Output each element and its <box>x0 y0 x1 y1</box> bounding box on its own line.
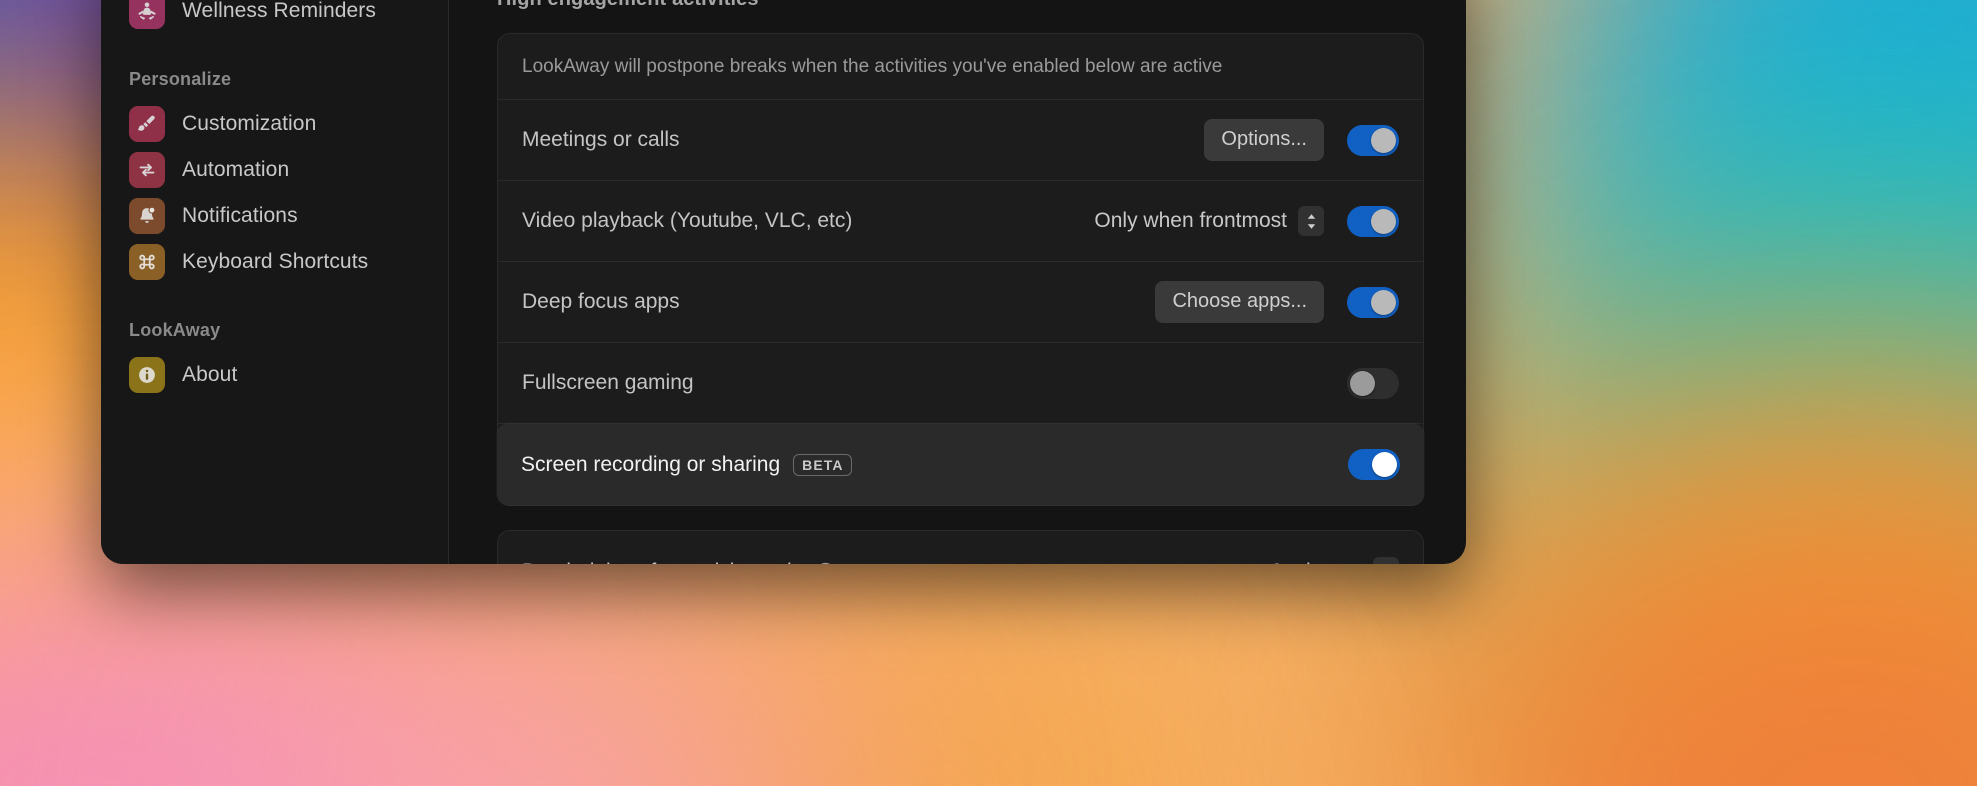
table-row: Video playback (Youtube, VLC, etc) Only … <box>498 181 1423 262</box>
row-label: Screen recording or sharing BETA <box>521 453 852 477</box>
command-icon <box>129 244 165 280</box>
screen-recording-toggle[interactable] <box>1348 449 1400 480</box>
sidebar-item-label: Automation <box>182 158 290 181</box>
info-icon <box>129 357 165 393</box>
meetings-toggle[interactable] <box>1347 124 1399 156</box>
repeat-icon <box>129 152 165 188</box>
select-value: 2 minutes <box>1271 560 1362 565</box>
sidebar: Wellness Reminders Personalize Customiza… <box>101 0 449 564</box>
sidebar-item-label: Wellness Reminders <box>182 0 376 22</box>
sidebar-item-wellness-reminders[interactable]: Wellness Reminders <box>119 0 430 34</box>
help-icon[interactable] <box>815 561 836 564</box>
choose-apps-button[interactable]: Choose apps... <box>1155 281 1324 323</box>
toggle-knob <box>1371 127 1396 153</box>
sidebar-item-label: Notifications <box>182 204 298 227</box>
table-row: Meetings or calls Options... <box>498 100 1423 181</box>
row-controls: Only when frontmost <box>1094 205 1399 237</box>
deep-focus-apps-toggle[interactable] <box>1347 286 1399 318</box>
row-label: Fullscreen gaming <box>522 371 694 394</box>
settings-content: High engagement activities LookAway will… <box>449 0 1466 564</box>
row-label-text: Break delay after activity ends <box>522 560 802 565</box>
break-delay-row: Break delay after activity ends 2 minute… <box>498 531 1423 564</box>
sidebar-item-label: About <box>182 363 238 386</box>
table-row-highlighted: Screen recording or sharing BETA <box>497 424 1424 505</box>
break-delay-select[interactable]: 2 minutes <box>1271 556 1399 565</box>
row-controls: Options... <box>1204 119 1399 161</box>
status-badge: BETA <box>793 453 852 476</box>
sidebar-item-keyboard-shortcuts[interactable]: Keyboard Shortcuts <box>119 239 430 285</box>
paintbrush-icon <box>129 106 165 142</box>
break-delay-card: Break delay after activity ends 2 minute… <box>497 530 1424 564</box>
meditation-icon <box>129 0 165 29</box>
select-value: Only when frontmost <box>1094 209 1287 232</box>
sidebar-item-automation[interactable]: Automation <box>119 147 430 193</box>
chevron-updown-icon <box>1298 206 1324 236</box>
row-label: Meetings or calls <box>522 128 680 151</box>
row-controls: 2 minutes <box>1271 556 1399 565</box>
toggle-knob <box>1350 370 1375 396</box>
row-label: Deep focus apps <box>522 290 680 313</box>
row-controls <box>1347 367 1399 399</box>
bell-badge-icon <box>129 198 165 234</box>
video-playback-toggle[interactable] <box>1347 205 1399 237</box>
sidebar-section-personalize: Personalize <box>129 69 232 89</box>
row-label-text: Screen recording or sharing <box>521 452 781 476</box>
toggle-knob <box>1371 208 1396 234</box>
page-title: High engagement activities <box>497 0 1424 11</box>
sidebar-item-customization[interactable]: Customization <box>119 101 430 147</box>
sidebar-scroll-area[interactable]: Wellness Reminders Personalize Customiza… <box>101 0 448 564</box>
sidebar-section-lookaway: LookAway <box>129 320 221 340</box>
fullscreen-gaming-toggle[interactable] <box>1347 367 1399 399</box>
sidebar-item-label: Customization <box>182 112 317 135</box>
row-controls: Choose apps... <box>1155 281 1399 323</box>
row-label: Video playback (Youtube, VLC, etc) <box>522 209 853 232</box>
settings-window: Wellness Reminders Personalize Customiza… <box>101 0 1466 564</box>
card-description: LookAway will postpone breaks when the a… <box>498 34 1423 100</box>
sidebar-item-notifications[interactable]: Notifications <box>119 193 430 239</box>
sidebar-item-about[interactable]: About <box>119 352 430 398</box>
table-row: Deep focus apps Choose apps... <box>498 262 1423 343</box>
chevron-updown-icon <box>1373 556 1399 564</box>
sidebar-item-label: Keyboard Shortcuts <box>182 250 369 273</box>
activities-card: LookAway will postpone breaks when the a… <box>497 33 1424 506</box>
row-controls <box>1348 449 1400 480</box>
row-label: Break delay after activity ends <box>522 560 836 565</box>
video-playback-mode-select[interactable]: Only when frontmost <box>1094 206 1324 236</box>
meetings-options-button[interactable]: Options... <box>1204 119 1324 161</box>
toggle-knob <box>1372 452 1397 477</box>
table-row: Fullscreen gaming <box>498 343 1423 424</box>
toggle-knob <box>1371 289 1396 315</box>
